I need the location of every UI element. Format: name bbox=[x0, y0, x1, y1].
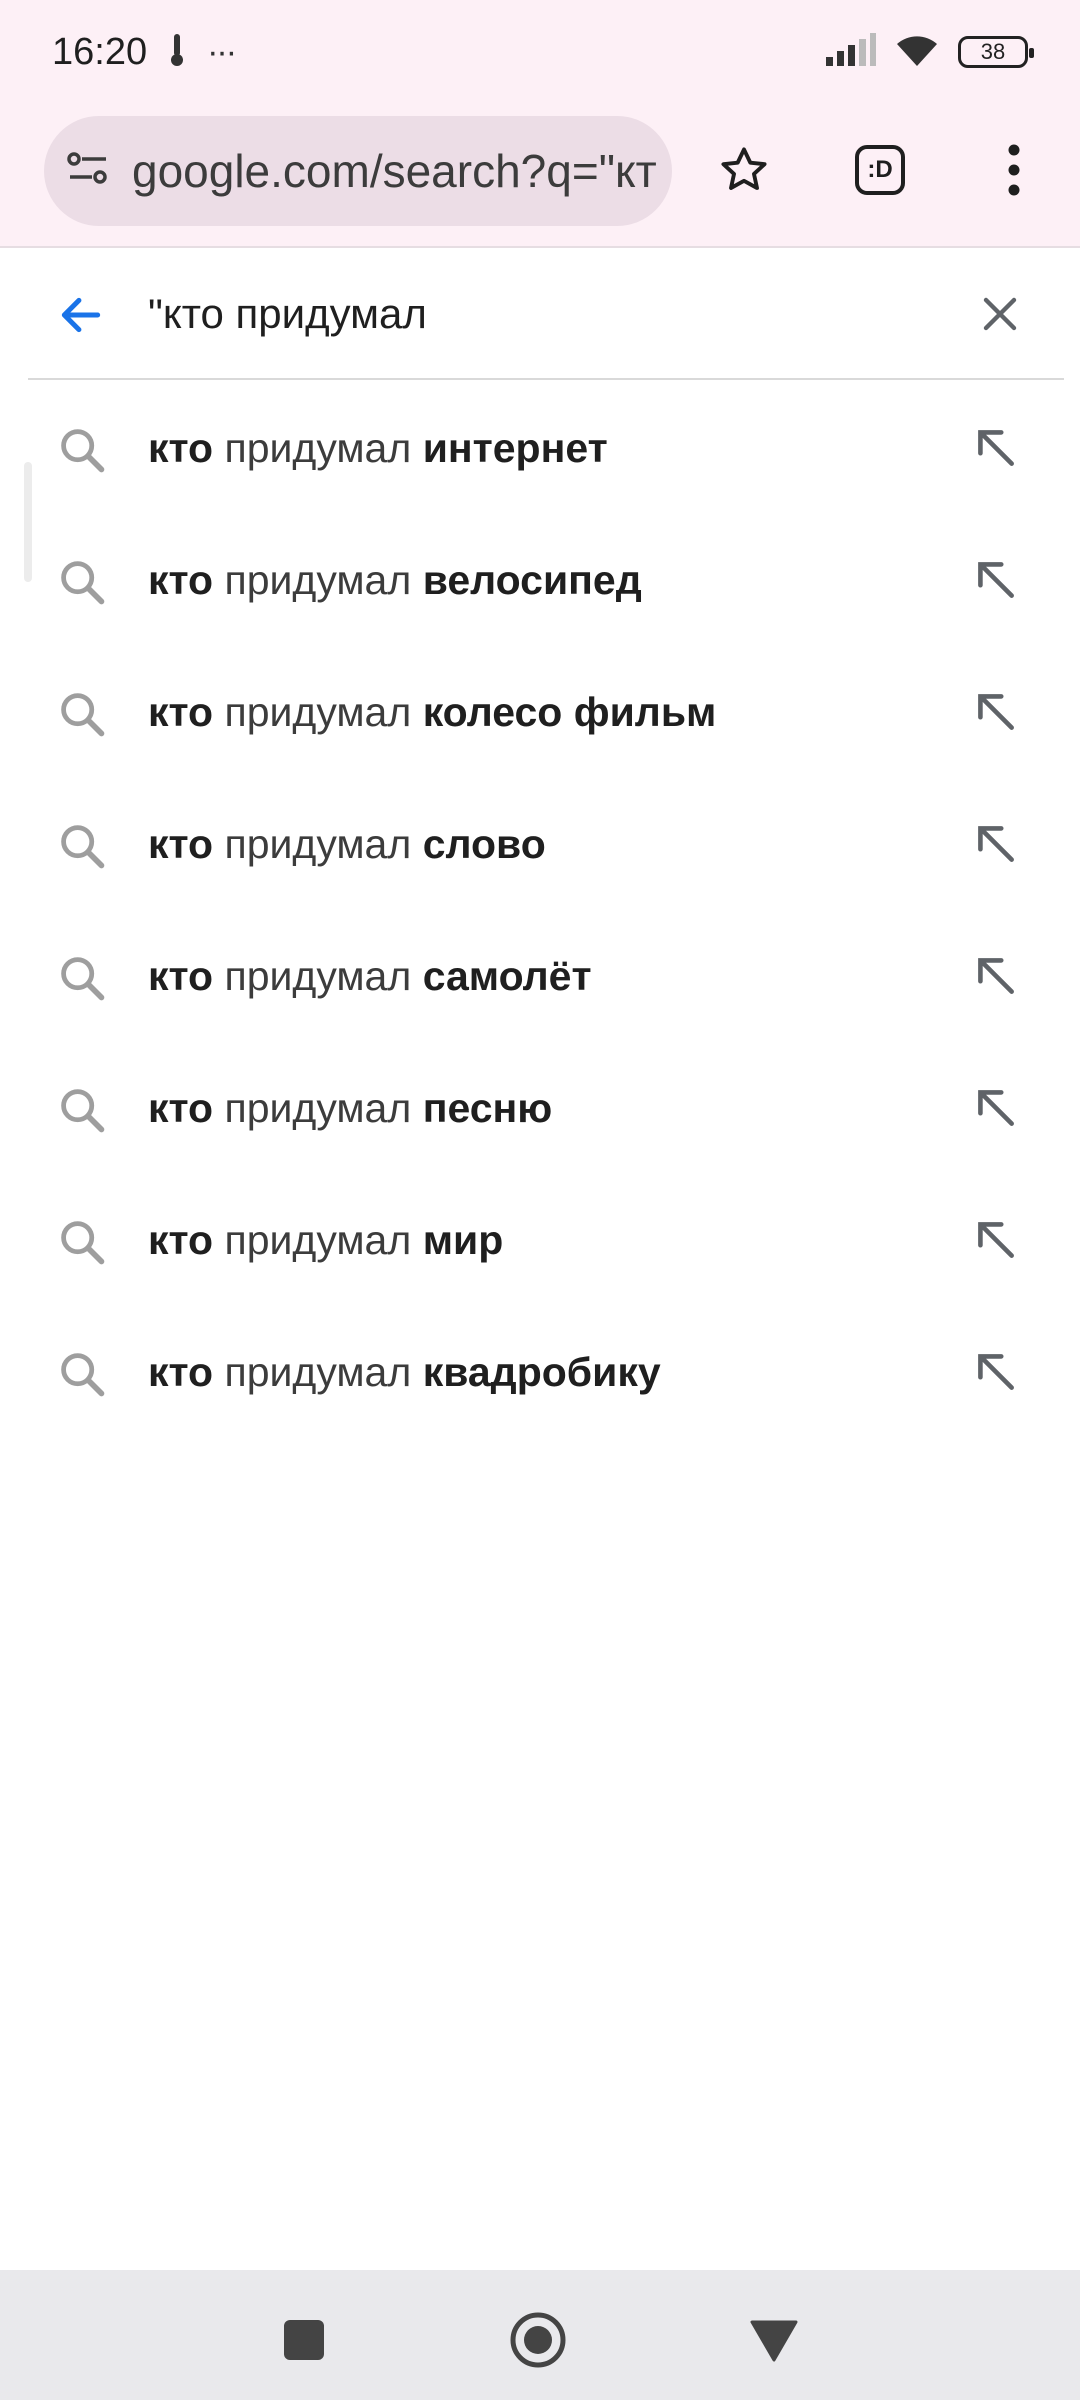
search-icon bbox=[56, 952, 108, 1009]
suggestion-text: кто придумал велосипед bbox=[148, 557, 642, 604]
suggestion-text: кто придумал квадробику bbox=[148, 1349, 661, 1396]
suggestion-middle: придумал bbox=[213, 952, 423, 999]
fill-query-arrow-icon[interactable] bbox=[970, 950, 1020, 1005]
suggestion-middle: придумал bbox=[213, 1216, 423, 1263]
home-icon[interactable] bbox=[508, 2310, 568, 2370]
suggestion-item[interactable]: кто придумал мир bbox=[0, 1174, 1080, 1306]
battery-level: 38 bbox=[980, 39, 1006, 64]
suggestion-completion: самолёт bbox=[422, 952, 592, 999]
suggestion-text: кто придумал мир bbox=[148, 1217, 503, 1264]
suggestion-text: кто придумал самолёт bbox=[148, 953, 592, 1000]
suggestion-text: кто придумал песню bbox=[148, 1085, 552, 1132]
fill-query-arrow-icon[interactable] bbox=[970, 554, 1020, 609]
suggestion-completion: колесо фильм bbox=[422, 688, 717, 735]
back-arrow-icon[interactable] bbox=[56, 290, 106, 345]
suggestion-prefix: кто bbox=[148, 1216, 214, 1263]
search-icon bbox=[56, 688, 108, 745]
star-icon[interactable] bbox=[712, 138, 776, 202]
search-icon bbox=[56, 1348, 108, 1405]
suggestion-prefix: кто bbox=[148, 688, 214, 735]
thermometer-icon bbox=[167, 32, 187, 73]
suggestion-item[interactable]: кто придумал интернет bbox=[0, 382, 1080, 514]
search-icon bbox=[56, 1084, 108, 1141]
suggestion-completion: песню bbox=[422, 1084, 553, 1131]
search-icon bbox=[56, 556, 108, 613]
recent-apps-icon[interactable] bbox=[274, 2310, 334, 2370]
more-notifications-icon: ··· bbox=[207, 32, 237, 71]
suggestion-item[interactable]: кто придумал слово bbox=[0, 778, 1080, 910]
suggestion-middle: придумал bbox=[213, 820, 423, 867]
suggestion-prefix: кто bbox=[148, 952, 214, 999]
fill-query-arrow-icon[interactable] bbox=[970, 1214, 1020, 1269]
suggestion-item[interactable]: кто придумал песню bbox=[0, 1042, 1080, 1174]
fill-query-arrow-icon[interactable] bbox=[970, 686, 1020, 741]
suggestion-middle: придумал bbox=[213, 1084, 423, 1131]
status-time: 16:20 bbox=[52, 30, 148, 73]
navigation-bar bbox=[0, 2270, 1080, 2400]
battery-icon: 38 bbox=[958, 36, 1034, 68]
url-text[interactable]: google.com/search?q="кт bbox=[132, 144, 657, 198]
suggestion-item[interactable]: кто придумал колесо фильм bbox=[0, 646, 1080, 778]
clear-icon[interactable] bbox=[976, 290, 1024, 343]
status-right: 38 bbox=[824, 32, 1034, 73]
suggestion-completion: интернет bbox=[422, 424, 608, 471]
suggestion-prefix: кто bbox=[148, 820, 214, 867]
fill-query-arrow-icon[interactable] bbox=[970, 1082, 1020, 1137]
suggestion-completion: велосипед bbox=[422, 556, 642, 603]
suggestion-completion: мир bbox=[422, 1216, 504, 1263]
suggestion-prefix: кто bbox=[148, 1084, 214, 1131]
search-icon bbox=[56, 820, 108, 877]
status-bar: 16:20 ··· 38 bbox=[0, 0, 1080, 104]
suggestion-item[interactable]: кто придумал велосипед bbox=[0, 514, 1080, 646]
suggestion-prefix: кто bbox=[148, 556, 214, 603]
search-input[interactable] bbox=[148, 278, 948, 350]
tab-switcher-label: :D bbox=[855, 145, 905, 195]
site-settings-icon[interactable] bbox=[66, 147, 110, 196]
suggestion-middle: придумал bbox=[213, 1348, 423, 1395]
status-left: 16:20 ··· bbox=[52, 30, 237, 74]
suggestion-prefix: кто bbox=[148, 424, 214, 471]
back-icon[interactable] bbox=[744, 2310, 804, 2370]
tab-switcher-icon[interactable]: :D bbox=[848, 138, 912, 202]
suggestion-middle: придумал bbox=[213, 556, 423, 603]
search-icon bbox=[56, 1216, 108, 1273]
suggestion-item[interactable]: кто придумал квадробику bbox=[0, 1306, 1080, 1438]
suggestion-completion: квадробику bbox=[422, 1348, 661, 1395]
suggestion-item[interactable]: кто придумал самолёт bbox=[0, 910, 1080, 1042]
suggestion-list: кто придумал интернет кто придумал велос… bbox=[0, 382, 1080, 1438]
suggestion-text: кто придумал слово bbox=[148, 821, 546, 868]
fill-query-arrow-icon[interactable] bbox=[970, 1346, 1020, 1401]
address-bar[interactable]: google.com/search?q="кт bbox=[44, 116, 672, 226]
search-row bbox=[28, 250, 1064, 380]
browser-toolbar: google.com/search?q="кт :D bbox=[0, 104, 1080, 248]
search-icon bbox=[56, 424, 108, 481]
suggestion-middle: придумал bbox=[213, 688, 423, 735]
signal-icon bbox=[824, 32, 876, 72]
menu-icon[interactable] bbox=[982, 138, 1046, 202]
fill-query-arrow-icon[interactable] bbox=[970, 818, 1020, 873]
fill-query-arrow-icon[interactable] bbox=[970, 422, 1020, 477]
suggestion-text: кто придумал интернет bbox=[148, 425, 608, 472]
suggestion-prefix: кто bbox=[148, 1348, 214, 1395]
suggestion-text: кто придумал колесо фильм bbox=[148, 689, 716, 736]
wifi-icon bbox=[894, 32, 940, 73]
suggestion-middle: придумал bbox=[213, 424, 423, 471]
suggestion-completion: слово bbox=[422, 820, 546, 867]
